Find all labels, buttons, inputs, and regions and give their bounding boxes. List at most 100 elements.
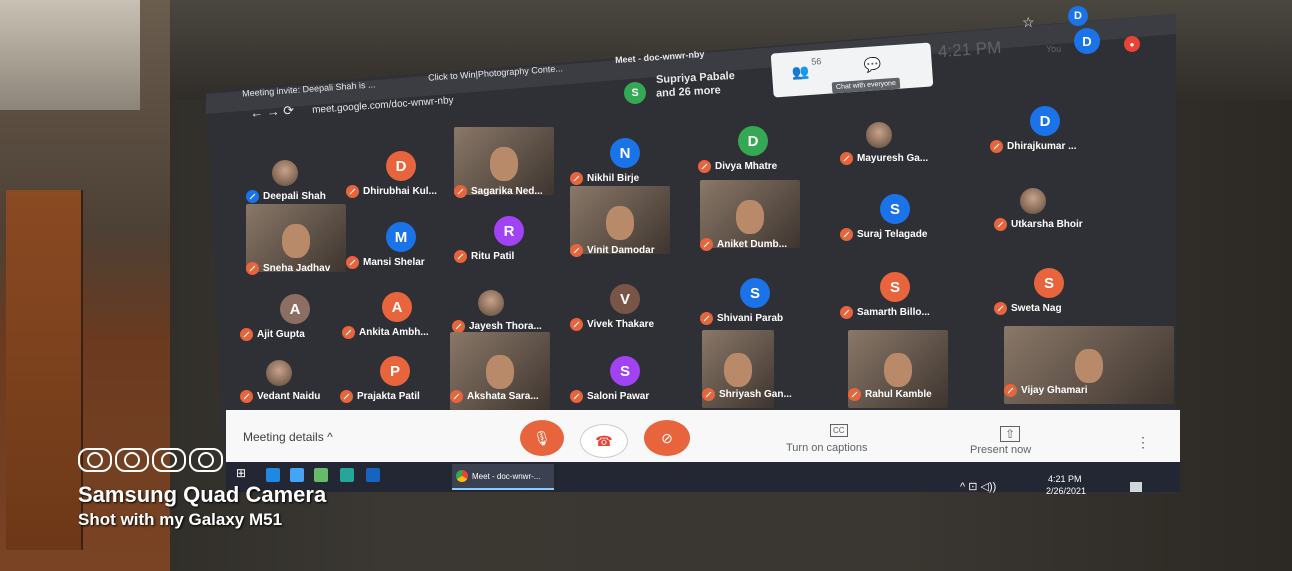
windows-start-icon[interactable]: ⊞: [236, 466, 246, 480]
participant-name: Mansi Shelar: [363, 257, 425, 268]
participant-tile[interactable]: Prajakta Patil: [340, 390, 420, 403]
participant-profile-photo: [272, 160, 298, 186]
participant-tile[interactable]: Shivani Parab: [700, 312, 783, 325]
participant-tile[interactable]: Ajit Gupta: [240, 328, 305, 341]
participant-tile[interactable]: Sweta Nag: [994, 302, 1062, 315]
mic-muted-icon: [570, 172, 583, 185]
mic-off-button[interactable]: 🎙: [520, 420, 564, 456]
participant-face: [486, 355, 514, 390]
camera-off-icon: ⊘: [661, 429, 673, 446]
participant-face: [1075, 349, 1103, 384]
present-now-button[interactable]: Present now: [970, 444, 1031, 456]
participant-tile[interactable]: Akshata Sara...: [450, 390, 539, 403]
more-options-icon[interactable]: ⋮: [1136, 434, 1150, 451]
participant-tile[interactable]: Aniket Dumb...: [700, 238, 787, 251]
watermark-line-1: Samsung Quad Camera: [78, 482, 327, 507]
app-icon-2[interactable]: [340, 468, 354, 482]
participant-avatar: S: [740, 278, 770, 308]
mic-muted-icon: [570, 318, 583, 331]
tray-icons[interactable]: ^ ⊡ ◁)): [960, 480, 996, 493]
mic-muted-icon: [700, 238, 713, 251]
participant-avatar: S: [1034, 268, 1064, 298]
camera-off-button[interactable]: ⊘: [644, 420, 690, 456]
participant-tile[interactable]: Vinit Damodar: [570, 244, 655, 257]
participant-tile[interactable]: Dhirajkumar ...: [990, 140, 1076, 153]
participant-tile[interactable]: Suraj Telagade: [840, 228, 927, 241]
participant-tile[interactable]: Sneha Jadhav: [246, 262, 330, 275]
participant-tile[interactable]: Ankita Ambh...: [342, 326, 429, 339]
mic-muted-icon: [240, 390, 253, 403]
browser-nav-icons[interactable]: ← → ⟳: [249, 102, 294, 121]
present-icon: ⇧: [1000, 426, 1021, 442]
participant-name: Sneha Jadhav: [263, 263, 331, 274]
participant-name: Suraj Telagade: [857, 229, 928, 240]
participant-tile[interactable]: Mayuresh Ga...: [840, 152, 928, 165]
store-icon[interactable]: [290, 468, 304, 482]
mic-muted-icon: [454, 185, 467, 198]
participant-tile[interactable]: Sagarika Ned...: [454, 185, 543, 198]
mic-muted-icon: [450, 390, 463, 403]
watermark-line-2: Shot with my Galaxy M51: [78, 510, 283, 529]
participant-tile[interactable]: Vivek Thakare: [570, 318, 654, 331]
mic-muted-icon: [346, 256, 359, 269]
participant-tile[interactable]: Mansi Shelar: [346, 256, 425, 269]
participant-name: Sweta Nag: [1011, 303, 1062, 314]
participant-face: [606, 206, 634, 241]
taskbar-chrome-item[interactable]: Meet - doc-wnwr-...: [452, 464, 554, 490]
self-avatar: D: [1074, 28, 1100, 54]
participant-name: Dhirajkumar ...: [1007, 141, 1077, 152]
participant-name: Samarth Billo...: [857, 307, 930, 318]
captions-button[interactable]: Turn on captions: [786, 442, 868, 454]
people-icon[interactable]: 👥: [791, 63, 810, 81]
edge-icon[interactable]: [266, 468, 280, 482]
mic-muted-icon: [990, 140, 1003, 153]
participant-tile[interactable]: Saloni Pawar: [570, 390, 649, 403]
participant-tile[interactable]: Deepali Shah: [246, 190, 326, 203]
meeting-details-label: Meeting details: [243, 430, 324, 444]
app-icon[interactable]: [314, 468, 328, 482]
taskbar-time: 4:21 PM: [1048, 474, 1082, 484]
participant-tile[interactable]: Samarth Billo...: [840, 306, 930, 319]
participant-tile[interactable]: Utkarsha Bhoir: [994, 218, 1083, 231]
chevron-up-icon: ^: [327, 430, 333, 444]
participant-avatar: D: [738, 126, 768, 156]
participant-tile[interactable]: Nikhil Birje: [570, 172, 639, 185]
mic-muted-icon: [840, 228, 853, 241]
participant-tile[interactable]: Dhirubhai Kul...: [346, 185, 437, 198]
participant-name: Ankita Ambh...: [359, 327, 429, 338]
participant-name: Divya Mhatre: [715, 161, 778, 172]
profile-avatar[interactable]: D: [1068, 6, 1088, 26]
participant-face: [884, 353, 912, 388]
participant-face: [490, 147, 518, 182]
participant-tile[interactable]: Vedant Naidu: [240, 390, 320, 403]
mic-muted-icon: [994, 302, 1007, 315]
participant-tile[interactable]: Divya Mhatre: [698, 160, 777, 173]
participant-name: Sagarika Ned...: [471, 186, 543, 197]
leave-call-button[interactable]: ☎: [580, 424, 628, 458]
taskbar-chrome-label: Meet - doc-wnwr-...: [472, 471, 541, 481]
mic-muted-icon: [840, 152, 853, 165]
participant-tile[interactable]: Vijay Ghamari: [1004, 384, 1088, 397]
chat-icon[interactable]: 💬: [863, 56, 882, 74]
participant-name: Deepali Shah: [263, 191, 326, 202]
mic-muted-icon: [246, 262, 259, 275]
participant-avatar: D: [386, 151, 416, 181]
participant-tile[interactable]: Rahul Kamble: [848, 388, 932, 401]
mic-muted-icon: [570, 244, 583, 257]
mail-icon[interactable]: [366, 468, 380, 482]
participant-profile-photo: [478, 290, 504, 316]
participant-name: Rahul Kamble: [865, 389, 932, 400]
mic-muted-icon: [702, 388, 715, 401]
mic-muted-icon: [346, 185, 359, 198]
participant-tile[interactable]: Shriyash Gan...: [702, 388, 792, 401]
participant-avatar: P: [380, 356, 410, 386]
cabinet-top-panel: [0, 0, 140, 110]
participant-tile[interactable]: Ritu Patil: [454, 250, 514, 263]
quad-camera-logo: [78, 448, 223, 472]
meeting-details-button[interactable]: Meeting details ^: [243, 430, 333, 444]
participant-avatar: D: [1030, 106, 1060, 136]
participant-profile-photo: [866, 122, 892, 148]
participant-name: Akshata Sara...: [467, 391, 539, 402]
notification-center-icon[interactable]: [1130, 482, 1142, 492]
bookmark-star-icon[interactable]: ☆: [1022, 14, 1035, 31]
